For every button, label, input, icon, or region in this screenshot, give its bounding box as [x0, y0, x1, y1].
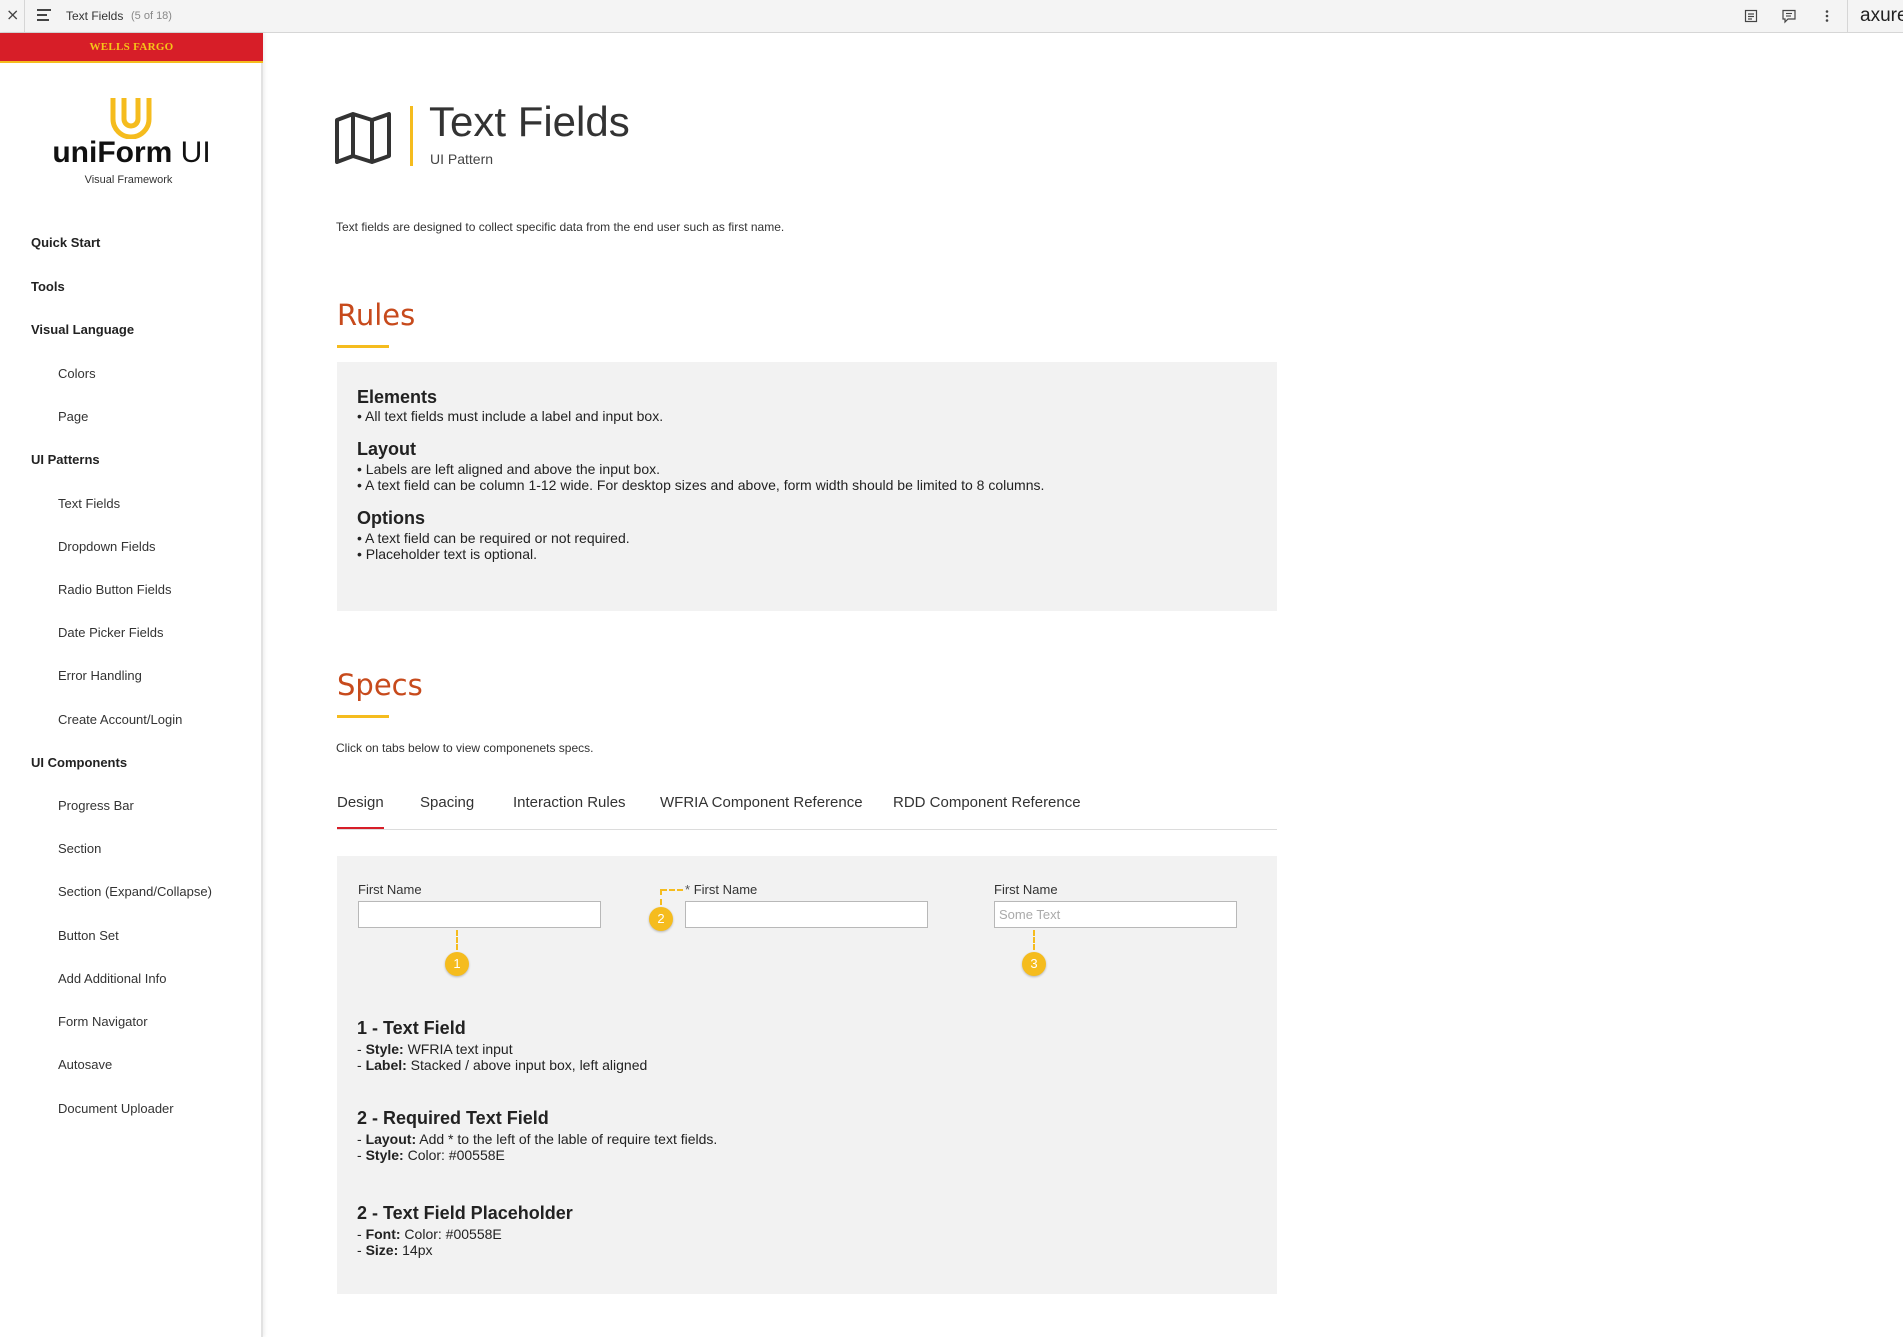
nav-progress-bar[interactable]: Progress Bar — [58, 798, 134, 813]
nav-date-picker-fields[interactable]: Date Picker Fields — [58, 625, 163, 640]
field-label: First Name — [994, 882, 1058, 897]
callout-line — [1033, 930, 1035, 950]
rules-heading: Rules — [337, 298, 416, 332]
placeholder-text-field-example[interactable] — [994, 901, 1237, 928]
page-name: Text Fields — [66, 9, 124, 23]
callout-badge: 3 — [1022, 952, 1046, 976]
nav-create-account-login[interactable]: Create Account/Login — [58, 712, 182, 727]
specs-heading-underline — [337, 715, 389, 718]
nav-colors[interactable]: Colors — [58, 366, 96, 381]
tab-design[interactable]: Design — [337, 794, 384, 811]
tabs-divider — [337, 829, 1277, 830]
spec-line: - Layout: Add * to the left of the lable… — [357, 1131, 718, 1147]
nav-document-uploader[interactable]: Document Uploader — [58, 1101, 174, 1116]
spec-line: - Style: WFRIA text input — [357, 1041, 513, 1057]
nav-section[interactable]: Section — [58, 841, 101, 856]
uniform-ui-logo-text: uniForm UI — [52, 136, 211, 169]
spec-line: - Font: Color: #00558E — [357, 1226, 502, 1242]
spec-line: - Size: 14px — [357, 1242, 433, 1258]
nav-autosave[interactable]: Autosave — [58, 1057, 112, 1072]
page-count: (5 of 18) — [131, 10, 172, 22]
nav-page[interactable]: Page — [58, 409, 88, 424]
notes-icon[interactable] — [1743, 8, 1759, 24]
page-subtitle: UI Pattern — [430, 151, 494, 167]
callout-line — [661, 889, 683, 891]
tab-rdd-component-reference[interactable]: RDD Component Reference — [893, 794, 1081, 811]
rule-group-title: Layout — [357, 439, 417, 459]
intro-text: Text fields are designed to collect spec… — [336, 220, 785, 234]
rules-heading-underline — [337, 345, 389, 348]
hamburger-menu-icon[interactable] — [37, 9, 51, 23]
nav-ui-components[interactable]: UI Components — [31, 755, 127, 770]
nav-radio-button-fields[interactable]: Radio Button Fields — [58, 582, 171, 597]
rule-line: • Labels are left aligned and above the … — [357, 461, 661, 477]
top-toolbar: × Text Fields (5 of 18) axure — [0, 0, 1903, 33]
rule-line: • A text field can be column 1-12 wide. … — [357, 477, 1045, 493]
nav-text-fields[interactable]: Text Fields — [58, 496, 120, 511]
required-text-field-example[interactable] — [685, 901, 928, 928]
rule-line: • A text field can be required or not re… — [357, 530, 630, 546]
tab-interaction-rules[interactable]: Interaction Rules — [513, 794, 626, 811]
specs-heading: Specs — [337, 668, 423, 702]
text-field-example[interactable] — [358, 901, 601, 928]
comments-icon[interactable] — [1781, 8, 1797, 24]
field-label: First Name — [358, 882, 422, 897]
specs-panel: First Name 1 * First Name 2 First Name 3… — [337, 856, 1277, 1294]
spec-title: 1 - Text Field — [357, 1018, 466, 1038]
rules-panel: Elements • All text fields must include … — [337, 362, 1277, 611]
spec-line: - Style: Color: #00558E — [357, 1147, 505, 1163]
toolbar-divider — [24, 0, 25, 32]
nav-quick-start[interactable]: Quick Start — [31, 235, 100, 250]
spec-title: 2 - Text Field Placeholder — [357, 1203, 573, 1223]
nav-ui-patterns[interactable]: UI Patterns — [31, 452, 100, 467]
logo-subtitle: Visual Framework — [84, 174, 173, 186]
nav-tools[interactable]: Tools — [31, 279, 65, 294]
callout-badge: 1 — [445, 952, 469, 976]
nav-form-navigator[interactable]: Form Navigator — [58, 1014, 148, 1029]
header-accent-rule — [410, 106, 413, 166]
wells-fargo-logo: WELLS FARGO — [0, 33, 263, 63]
nav-button-set[interactable]: Button Set — [58, 928, 119, 943]
nav-dropdown-fields[interactable]: Dropdown Fields — [58, 539, 156, 554]
rule-group-title: Elements — [357, 387, 438, 407]
nav-add-additional-info[interactable]: Add Additional Info — [58, 971, 166, 986]
close-icon[interactable]: × — [6, 7, 19, 23]
specs-note: Click on tabs below to view componenets … — [336, 741, 594, 755]
sidebar: WELLS FARGO uniForm UI Visual Framework … — [0, 33, 263, 1337]
toolbar-divider — [1847, 0, 1848, 32]
tab-wfria-component-reference[interactable]: WFRIA Component Reference — [660, 794, 863, 811]
spec-title: 2 - Required Text Field — [357, 1108, 549, 1128]
nav-visual-language[interactable]: Visual Language — [31, 322, 134, 337]
page-title: Text Fields — [429, 98, 630, 145]
rule-line: • All text fields must include a label a… — [357, 408, 664, 424]
tab-spacing[interactable]: Spacing — [420, 794, 474, 811]
rule-group-title: Options — [357, 508, 425, 528]
map-icon — [335, 112, 391, 164]
active-tab-indicator — [337, 827, 384, 829]
uniform-u-logo-icon — [110, 98, 152, 139]
field-label-required: * First Name — [685, 882, 758, 897]
nav-section-expand-collapse[interactable]: Section (Expand/Collapse) — [58, 884, 212, 899]
spec-line: - Label: Stacked / above input box, left… — [357, 1057, 648, 1073]
rule-line: • Placeholder text is optional. — [357, 546, 538, 562]
nav-error-handling[interactable]: Error Handling — [58, 668, 142, 683]
more-options-icon[interactable] — [1819, 8, 1835, 24]
callout-line — [456, 930, 458, 950]
axure-logo: axure — [1860, 5, 1903, 26]
callout-line — [660, 889, 662, 905]
callout-badge: 2 — [649, 907, 673, 931]
